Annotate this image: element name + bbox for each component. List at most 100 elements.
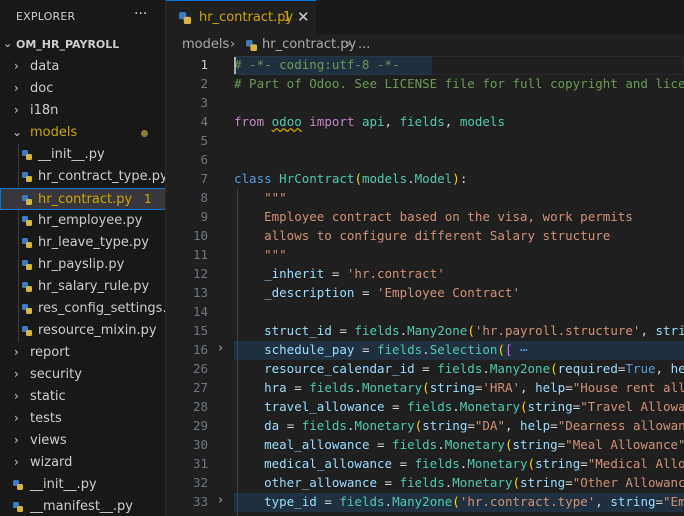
python-file-icon	[179, 12, 191, 24]
folder-label: tests	[30, 411, 62, 426]
code-line[interactable]: 4 from odoo import api, fields, models	[166, 113, 684, 132]
folder-wizard[interactable]: › wizard	[0, 452, 165, 474]
code-line[interactable]: 9 Employee contract based on the visa, w…	[166, 208, 684, 227]
chevron-right-icon[interactable]: ›	[218, 493, 223, 508]
code-line[interactable]: 6	[166, 151, 684, 170]
breadcrumb: models › hr_contract.py › ...	[166, 34, 684, 56]
chevron-right-icon[interactable]: ›	[218, 341, 223, 356]
file-label: __init__.py	[38, 147, 105, 162]
close-icon[interactable]: ✕	[297, 8, 310, 26]
code-line[interactable]: 28 travel_allowance = fields.Monetary(st…	[166, 398, 684, 417]
folder-label: report	[30, 345, 70, 360]
file-label: hr_contract.py	[38, 192, 133, 207]
code-line[interactable]: 1 # -*- coding:utf-8 -*-	[166, 56, 684, 75]
chevron-right-icon: ›	[14, 103, 19, 117]
code-line[interactable]: 27 hra = fields.Monetary(string='HRA', h…	[166, 379, 684, 398]
text-cursor	[234, 57, 236, 74]
file-init-root[interactable]: __init__.py	[0, 474, 165, 496]
python-file-icon	[13, 502, 23, 512]
line-number: 12	[192, 266, 208, 281]
code-line[interactable]: 29 da = fields.Monetary(string="DA", hel…	[166, 417, 684, 436]
file-hr-contract-type[interactable]: hr_contract_type.py	[0, 166, 166, 188]
folder-tests[interactable]: › tests	[0, 408, 165, 430]
code-line[interactable]: 13 _description = 'Employee Contract'	[166, 284, 684, 303]
line-number: 9	[200, 209, 208, 224]
file-hr-employee[interactable]: hr_employee.py	[0, 210, 165, 232]
code-line[interactable]: 30 meal_allowance = fields.Monetary(stri…	[166, 436, 684, 455]
code-line[interactable]: 15 struct_id = fields.Many2one('hr.payro…	[166, 322, 684, 341]
file-resource-mixin[interactable]: resource_mixin.py	[0, 320, 165, 342]
line-number: 13	[192, 285, 208, 300]
file-label: hr_salary_rule.py	[38, 279, 150, 294]
more-actions-icon[interactable]: ···	[134, 6, 147, 22]
folder-label: doc	[30, 81, 54, 96]
code-line[interactable]: 12 _inherit = 'hr.contract'	[166, 265, 684, 284]
folder-static[interactable]: › static	[0, 386, 165, 408]
code-line[interactable]: 33 › type_id = fields.Many2one('hr.contr…	[166, 493, 684, 512]
file-hr-leave-type[interactable]: hr_leave_type.py	[0, 232, 165, 254]
folder-label: models	[30, 125, 78, 140]
breadcrumb-symbols[interactable]: ...	[358, 37, 370, 52]
file-res-config-settings[interactable]: res_config_settings.py	[0, 298, 165, 320]
file-hr-contract[interactable]: hr_contract.py 1	[0, 188, 165, 210]
folder-label: views	[30, 433, 67, 448]
file-label: __init__.py	[30, 477, 97, 492]
code-line[interactable]: 7 class HrContract(models.Model):	[166, 170, 684, 189]
code-line[interactable]: 5	[166, 132, 684, 151]
python-file-icon	[13, 480, 23, 490]
folder-label: security	[30, 367, 82, 382]
code-line[interactable]: 31 medical_allowance = fields.Monetary(s…	[166, 455, 684, 474]
line-number: 5	[200, 133, 208, 148]
line-number: 31	[192, 456, 208, 471]
line-number: 30	[192, 437, 208, 452]
code-line[interactable]: 10 allows to configure different Salary …	[166, 227, 684, 246]
code-line[interactable]: 2 # Part of Odoo. See LICENSE file for f…	[166, 75, 684, 94]
code-line[interactable]: 8 """	[166, 189, 684, 208]
line-number: 14	[192, 304, 208, 319]
tab-hr-contract[interactable]: hr_contract.py 1 ✕	[166, 0, 316, 34]
file-manifest[interactable]: __manifest__.py	[0, 496, 165, 516]
chevron-right-icon: ›	[14, 433, 19, 447]
tab-label: hr_contract.py	[199, 10, 294, 25]
python-file-icon	[22, 304, 32, 314]
code-text: resource_calendar_id = fields.Many2one(r…	[264, 361, 684, 376]
file-init-models[interactable]: __init__.py	[0, 144, 165, 166]
folder-i18n[interactable]: › i18n	[0, 100, 165, 122]
breadcrumb-folder[interactable]: models	[182, 37, 229, 52]
workspace-section[interactable]: ⌄ OM_HR_PAYROLL	[0, 34, 165, 56]
python-file-icon	[22, 238, 32, 248]
code-editor[interactable]: 1 # -*- coding:utf-8 -*- 2 # Part of Odo…	[166, 56, 684, 516]
python-file-icon	[22, 326, 32, 336]
python-file-icon	[22, 260, 32, 270]
file-hr-salary-rule[interactable]: hr_salary_rule.py	[0, 276, 165, 298]
folder-views[interactable]: › views	[0, 430, 165, 452]
code-line[interactable]: 16 › schedule_pay = fields.Selection([ ⋯	[166, 341, 684, 360]
code-text: Employee contract based on the visa, wor…	[234, 209, 633, 224]
folder-label: static	[30, 389, 66, 404]
folder-models[interactable]: ⌄ models	[0, 122, 165, 144]
chevron-down-icon: ⌄	[3, 37, 13, 50]
code-text: other_allowance = fields.Monetary(string…	[264, 475, 684, 490]
code-line[interactable]: 14	[166, 303, 684, 322]
code-line[interactable]: 3	[166, 94, 684, 113]
code-line[interactable]: 11 """	[166, 246, 684, 265]
breadcrumb-file[interactable]: hr_contract.py	[262, 37, 356, 52]
tab-bar: hr_contract.py 1 ✕	[166, 0, 684, 34]
python-file-icon	[22, 172, 32, 182]
folder-doc[interactable]: › doc	[0, 78, 165, 100]
chevron-right-icon: ›	[14, 81, 19, 95]
file-hr-payslip[interactable]: hr_payslip.py	[0, 254, 165, 276]
code-text: meal_allowance = fields.Monetary(string=…	[264, 437, 684, 452]
code-line[interactable]: 32 other_allowance = fields.Monetary(str…	[166, 474, 684, 493]
folder-security[interactable]: › security	[0, 364, 165, 386]
file-label: hr_contract_type.py	[38, 169, 166, 184]
python-file-icon	[22, 150, 32, 160]
folder-data[interactable]: › data	[0, 56, 165, 78]
code-text: type_id = fields.Many2one('hr.contract.t…	[264, 494, 684, 509]
file-label: __manifest__.py	[30, 499, 134, 514]
chevron-right-icon: ›	[14, 455, 19, 469]
code-line[interactable]: 26 resource_calendar_id = fields.Many2on…	[166, 360, 684, 379]
folder-report[interactable]: › report	[0, 342, 165, 364]
problem-count-badge: 1	[144, 192, 152, 206]
chevron-down-icon: ⌄	[12, 125, 23, 139]
